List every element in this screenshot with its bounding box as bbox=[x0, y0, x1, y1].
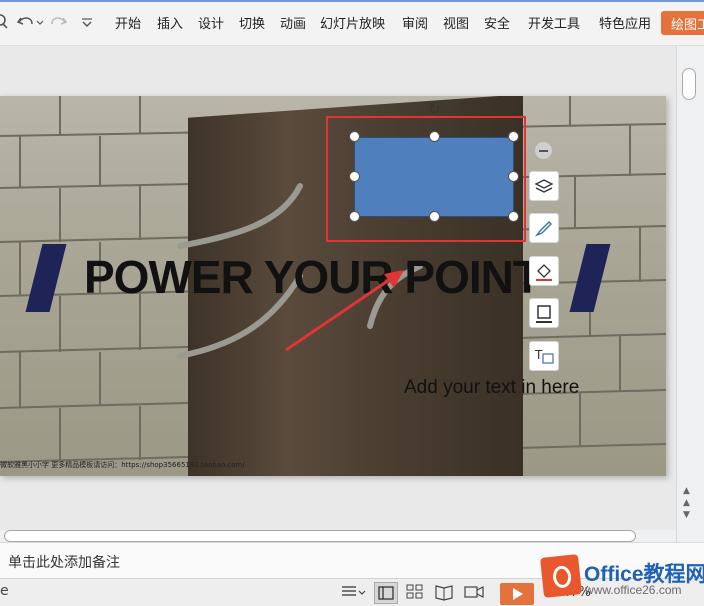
resize-handle-bottom[interactable] bbox=[429, 211, 440, 222]
office-logo-icon bbox=[540, 554, 582, 598]
svg-text:T: T bbox=[534, 348, 543, 362]
tab-review[interactable]: 审阅 bbox=[402, 13, 428, 32]
resize-handle-left[interactable] bbox=[349, 171, 360, 182]
layers-button[interactable] bbox=[529, 171, 559, 201]
pen-icon bbox=[534, 221, 552, 237]
search-icon[interactable] bbox=[0, 13, 10, 33]
undo-icon[interactable] bbox=[16, 13, 44, 33]
red-arrow-annotation bbox=[285, 270, 404, 352]
app-window: 开始 插入 设计 切换 动画 幻灯片放映 审阅 视图 安全 开发工具 特色应用 … bbox=[0, 0, 704, 606]
tab-insert[interactable]: 插入 bbox=[157, 13, 183, 32]
scroll-up-icon[interactable]: ▲ bbox=[683, 486, 690, 496]
reading-view-icon[interactable] bbox=[434, 583, 454, 603]
resize-handle-right[interactable] bbox=[508, 171, 519, 182]
play-slideshow-button[interactable] bbox=[500, 583, 534, 605]
site-watermark: Office教程网 www.office26.com bbox=[538, 552, 704, 606]
normal-view-icon[interactable] bbox=[374, 582, 398, 604]
scroll-down-page-icon[interactable]: ▼ bbox=[683, 510, 690, 520]
resize-handle-bottom-left[interactable] bbox=[349, 211, 360, 222]
outline-button[interactable] bbox=[529, 298, 559, 328]
slide-footer-text: 微软雅黑小小字 更多精品模板请访问：https://shop35665182.t… bbox=[0, 461, 245, 469]
horizontal-scroll-thumb[interactable] bbox=[4, 530, 636, 542]
resize-handle-bottom-right[interactable] bbox=[508, 211, 519, 222]
vertical-scroll-thumb[interactable] bbox=[682, 68, 696, 100]
collapse-icon[interactable] bbox=[535, 142, 552, 159]
text-wrap-button[interactable]: T bbox=[529, 341, 559, 371]
fill-button[interactable] bbox=[529, 256, 559, 286]
title-accent-line bbox=[0, 0, 704, 2]
resize-handle-top-left[interactable] bbox=[349, 131, 360, 142]
tab-home[interactable]: 开始 bbox=[115, 13, 141, 32]
notes-toggle-icon[interactable] bbox=[340, 583, 366, 603]
tab-security[interactable]: 安全 bbox=[484, 13, 510, 32]
tab-special-apps[interactable]: 特色应用 bbox=[599, 13, 651, 32]
presenter-icon[interactable] bbox=[462, 583, 486, 603]
notes-placeholder[interactable]: 单击此处添加备注 bbox=[8, 552, 120, 572]
tab-slideshow[interactable]: 幻灯片放映 bbox=[320, 13, 385, 32]
tab-animations[interactable]: 动画 bbox=[280, 13, 306, 32]
status-left-icon[interactable]: e bbox=[0, 583, 9, 603]
customize-toolbar-icon[interactable] bbox=[80, 13, 94, 33]
tab-view[interactable]: 视图 bbox=[443, 13, 469, 32]
rotate-handle-icon[interactable]: ↻ bbox=[428, 100, 441, 118]
tab-design[interactable]: 设计 bbox=[198, 13, 224, 32]
border-icon bbox=[536, 305, 552, 323]
tab-transitions[interactable]: 切换 bbox=[239, 13, 265, 32]
selected-rectangle-shape[interactable] bbox=[354, 137, 514, 217]
slide-subtitle[interactable]: Add your text in here bbox=[404, 377, 579, 399]
slide-sorter-icon[interactable] bbox=[405, 583, 425, 603]
vertical-scrollbar[interactable]: ▲ ▲ ▼ bbox=[676, 46, 704, 542]
redo-icon[interactable] bbox=[50, 13, 68, 33]
resize-handle-top[interactable] bbox=[429, 131, 440, 142]
watermark-url: www.office26.com bbox=[585, 583, 682, 597]
tab-drawing-tools[interactable]: 绘图工 bbox=[661, 11, 704, 35]
fill-icon bbox=[536, 264, 552, 281]
text-wrap-icon: T bbox=[534, 348, 554, 364]
shape-style-button[interactable] bbox=[529, 213, 559, 243]
resize-handle-top-right[interactable] bbox=[508, 131, 519, 142]
horizontal-scrollbar[interactable] bbox=[0, 530, 676, 542]
ribbon-menubar: 开始 插入 设计 切换 动画 幻灯片放映 审阅 视图 安全 开发工具 特色应用 … bbox=[0, 0, 704, 46]
scroll-up-page-icon[interactable]: ▲ bbox=[683, 498, 690, 508]
tab-developer[interactable]: 开发工具 bbox=[528, 13, 580, 32]
layers-icon bbox=[534, 179, 554, 193]
